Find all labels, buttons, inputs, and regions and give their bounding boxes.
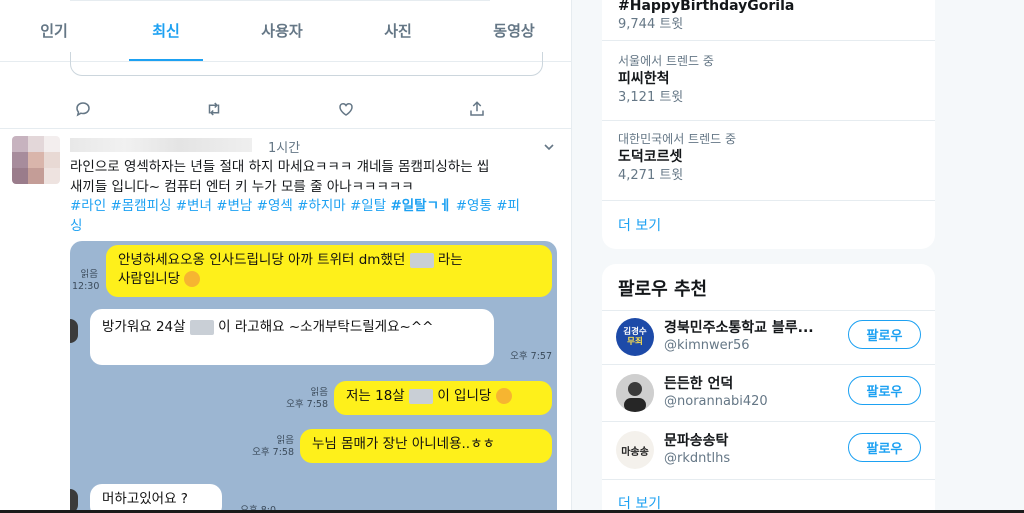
hashtag[interactable]: #변남 — [216, 198, 252, 214]
read-receipt: 읽음 오후 7:58 — [252, 435, 294, 458]
message-time: 오후 7:57 — [510, 351, 552, 362]
tweet-text-line2: 새끼들 입니다~ 컴퓨터 엔터 키 누가 모를 줄 아나ㅋㅋㅋㅋㅋ — [70, 179, 414, 195]
redacted-text — [409, 252, 434, 268]
trend-name: 피씨한척 — [618, 71, 670, 87]
trend-divider — [602, 40, 935, 41]
follow-suggestion[interactable]: 마송송 문파송송탁 @rkdntlhs 팔로우 — [602, 421, 935, 477]
redacted-text — [409, 388, 434, 404]
tweet-hashtags: #라인 #몸캠피싱 #변녀 #변남 #영섹 #하지마 #일탈 #일탈ㄱㅔ #영통… — [70, 196, 560, 236]
trend-item[interactable]: 대한민국에서 트렌드 중 도덕코르셋 4,271 트윗 — [618, 131, 918, 185]
hashtag[interactable]: #일탈ㄱㅔ — [390, 198, 451, 214]
person-icon — [616, 374, 654, 412]
hashtag[interactable]: #영통 — [456, 198, 492, 214]
follow-suggestion[interactable]: 든든한 언덕 @norannabi420 팔로우 — [602, 364, 935, 420]
account-handle: @kimnwer56 — [664, 338, 750, 353]
reply-button[interactable] — [70, 96, 96, 122]
chat-bubble-incoming: 방가워요 24살 이 라고해요 ~소개부탁드릴게요~^^ — [90, 309, 494, 365]
trend-name: 도덕코르셋 — [618, 149, 683, 165]
account-handle: @norannabi420 — [664, 394, 768, 409]
trend-count: 3,121 트윗 — [618, 90, 684, 105]
avatar[interactable] — [616, 374, 654, 412]
who-to-follow-panel: 팔로우 추천 김경수 무죄 경북민주소통학교 블루... @kimnwer56 … — [602, 264, 935, 513]
heart-icon — [338, 102, 353, 116]
avatar[interactable]: 김경수 무죄 — [616, 318, 654, 356]
panel-divider — [602, 479, 935, 480]
hashtag[interactable]: #하지마 — [297, 198, 346, 214]
tweet-time[interactable]: 1시간 — [268, 137, 300, 156]
chevron-down-icon[interactable] — [542, 140, 556, 154]
account-name[interactable]: 든든한 언덕 — [664, 373, 839, 393]
retweet-button[interactable] — [201, 96, 227, 122]
smile-emoji-icon — [495, 388, 512, 404]
account-name[interactable]: 경북민주소통학교 블루... — [664, 317, 839, 337]
hashtag[interactable]: #라인 — [70, 198, 106, 214]
smile-emoji-icon — [184, 271, 201, 287]
who-to-follow-title: 팔로우 추천 — [618, 279, 708, 300]
trend-name: #HappyBirthdayGorila — [618, 0, 795, 14]
trend-count: 4,271 트윗 — [618, 168, 684, 183]
hashtag-continuation[interactable]: 싱 — [70, 216, 560, 236]
retweet-icon — [209, 102, 220, 116]
share-icon — [470, 101, 484, 116]
hashtag[interactable]: #몸캠피싱 — [110, 198, 171, 214]
hashtag[interactable]: #영섹 — [257, 198, 293, 214]
trend-item[interactable]: #HappyBirthdayGorila 9,744 트윗 — [618, 0, 918, 34]
tweet-divider — [0, 128, 571, 129]
tweet-actions — [70, 96, 490, 122]
trend-divider — [602, 200, 935, 201]
read-receipt: 읽음 오후 7:58 — [286, 387, 328, 410]
follow-button[interactable]: 팔로우 — [848, 320, 921, 349]
avatar[interactable] — [12, 136, 60, 184]
chat-bubble-outgoing: 누님 몸매가 장난 아니네용..ㅎㅎ — [300, 429, 552, 463]
previous-tweet-card[interactable] — [70, 52, 543, 76]
trend-count: 9,744 트윗 — [618, 17, 684, 32]
author-name-redacted[interactable] — [70, 138, 252, 152]
avatar[interactable]: 마송송 — [616, 431, 654, 469]
trends-show-more-link[interactable]: 더 보기 — [618, 215, 661, 235]
twitter-search-page: 인기 최신 사용자 사진 동영상 1시간 라인으로 영섹하자는 년들 절대 하지… — [0, 0, 1024, 513]
chat-bubble-outgoing: 안녕하세요오옹 인사드립니당 아까 트위터 dm했던 라는 사람입니당 — [106, 245, 552, 297]
trend-context: 서울에서 트렌드 중 — [618, 54, 714, 68]
follow-button[interactable]: 팔로우 — [848, 433, 921, 462]
trends-panel: #HappyBirthdayGorila 9,744 트윗 서울에서 트렌드 중… — [602, 0, 935, 249]
account-name[interactable]: 문파송송탁 — [664, 430, 839, 450]
hashtag[interactable]: #일탈 — [350, 198, 386, 214]
trend-context: 대한민국에서 트렌드 중 — [618, 132, 737, 146]
read-receipt: 읽음 12:30 — [72, 269, 100, 292]
chat-bubble-outgoing: 저는 18살 이 입니당 — [334, 381, 552, 415]
tweet-text-line1: 라인으로 영섹하자는 년들 절대 하지 마세요ㅋㅋㅋ 걔네들 몸캠피싱하는 씹 — [70, 159, 490, 175]
chat-bubble-incoming: 머하고있어요 ? — [90, 484, 222, 513]
account-handle: @rkdntlhs — [664, 451, 731, 466]
reply-icon — [76, 102, 90, 117]
hashtag[interactable]: #변녀 — [176, 198, 212, 214]
tweet-photo[interactable]: 읽음 12:30 안녕하세요오옹 인사드립니당 아까 트위터 dm했던 라는 사… — [70, 241, 557, 513]
like-button[interactable] — [333, 96, 359, 122]
follow-suggestion[interactable]: 김경수 무죄 경북민주소통학교 블루... @kimnwer56 팔로우 — [602, 308, 935, 364]
trend-item[interactable]: 서울에서 트렌드 중 피씨한척 3,121 트윗 — [618, 53, 918, 107]
tweet-text: 라인으로 영섹하자는 년들 절대 하지 마세요ㅋㅋㅋ 걔네들 몸캠피싱하는 씹 … — [70, 157, 560, 197]
hashtag[interactable]: #피 — [496, 198, 520, 214]
share-button[interactable] — [464, 96, 490, 122]
sender-avatar — [70, 319, 78, 343]
redacted-text — [189, 319, 214, 335]
trend-divider — [602, 120, 935, 121]
follow-button[interactable]: 팔로우 — [848, 376, 921, 405]
timeline-column: 인기 최신 사용자 사진 동영상 1시간 라인으로 영섹하자는 년들 절대 하지… — [0, 0, 572, 513]
